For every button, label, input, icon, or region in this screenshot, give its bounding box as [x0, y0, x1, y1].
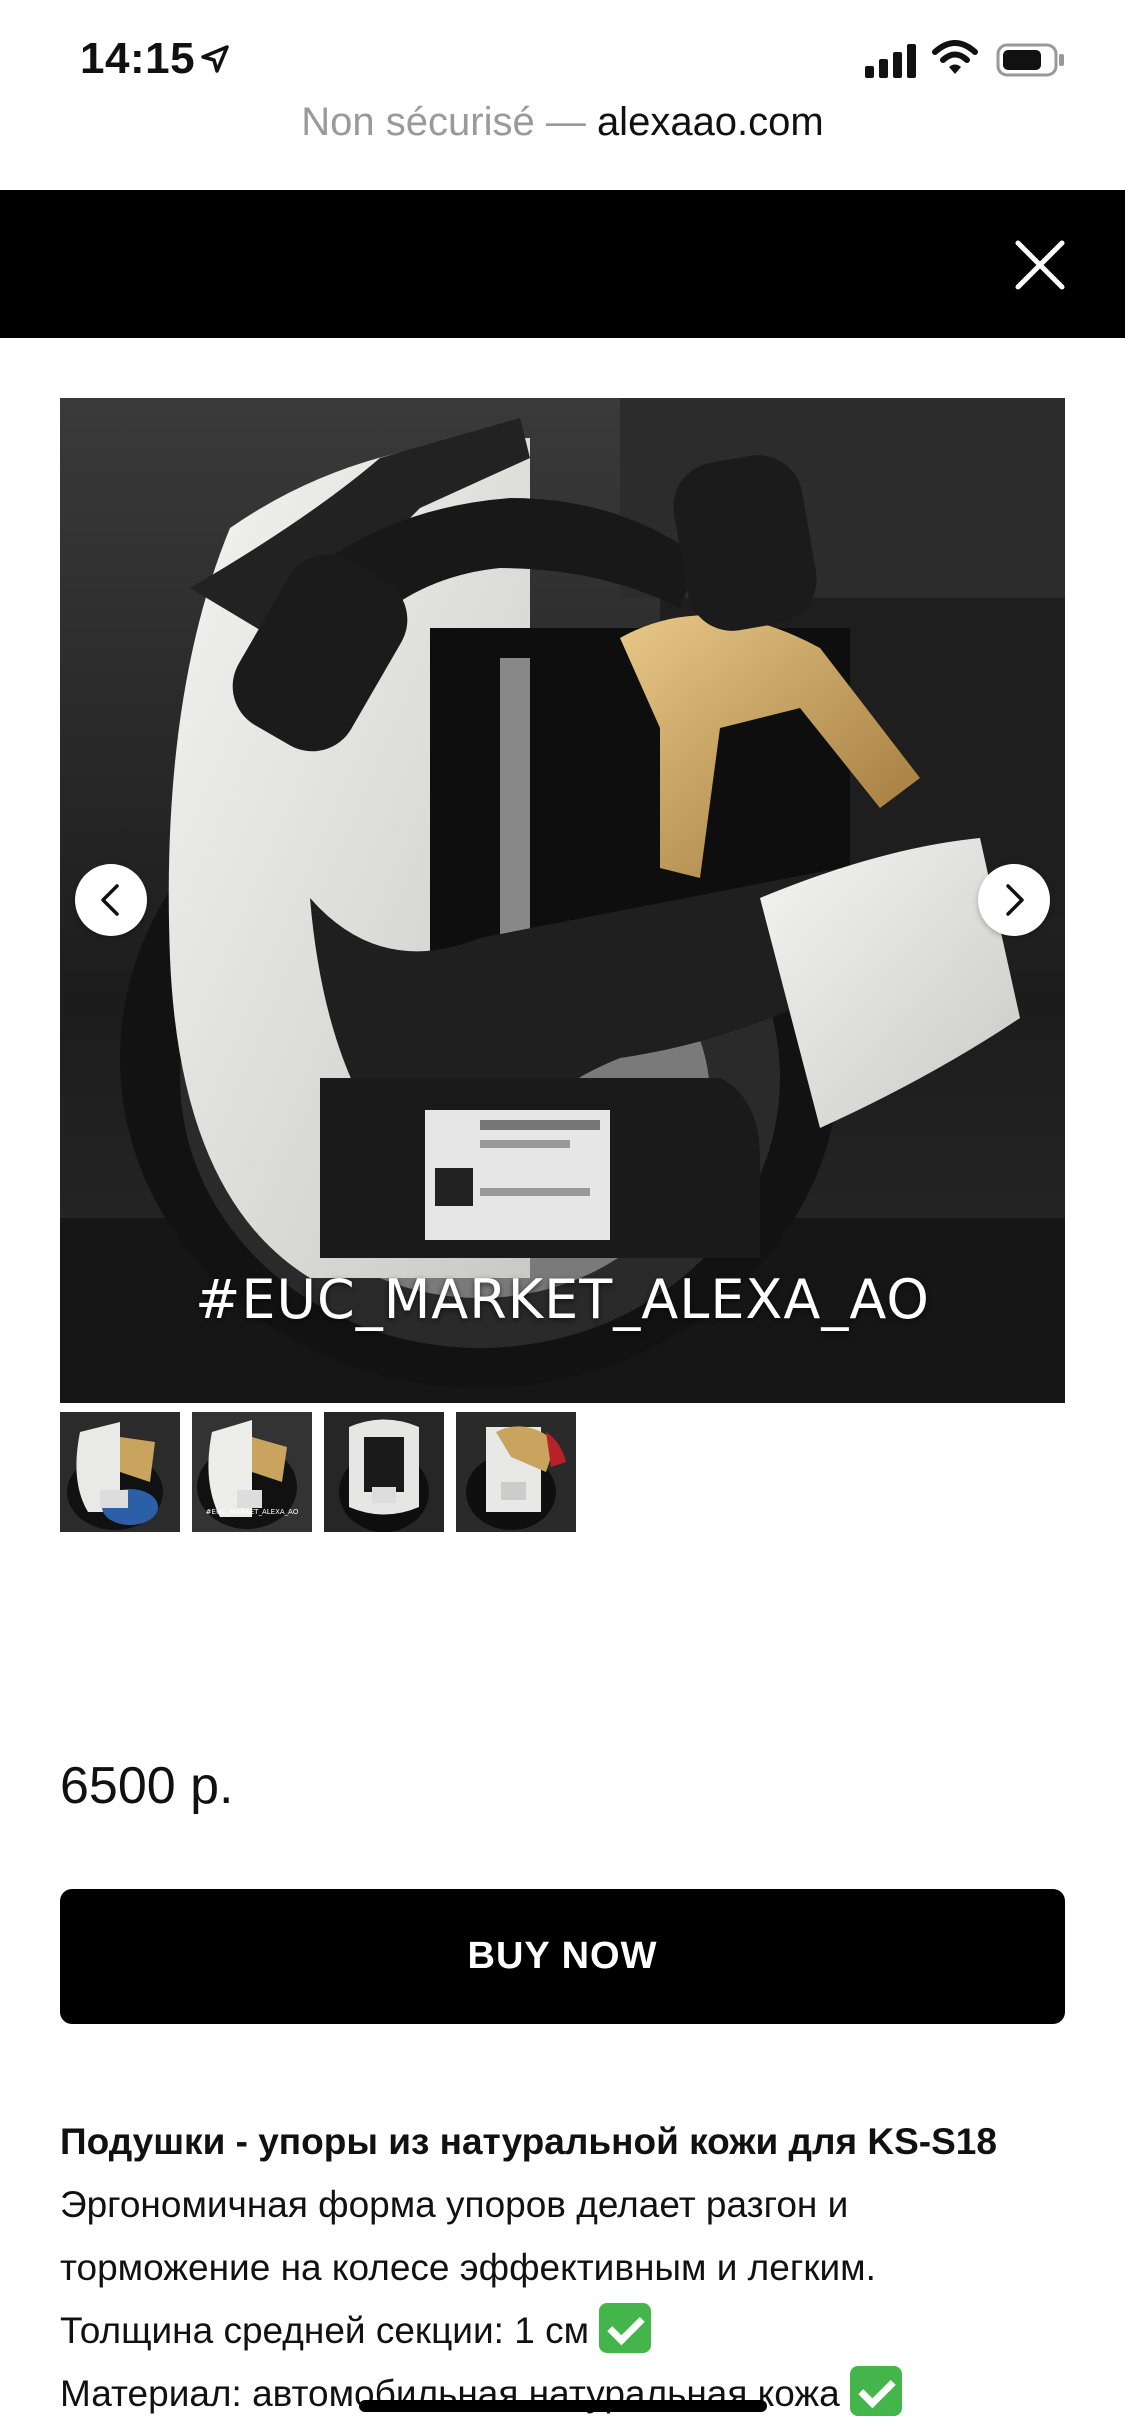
- thumbnail-image: [60, 1412, 180, 1532]
- description-text: Толщина средней секции: 1 см: [60, 2310, 600, 2351]
- description-line: торможение на колесе эффективным и легки…: [60, 2247, 876, 2288]
- status-bar: 14:15 Non sécurisé — alexaao.com: [0, 0, 1125, 144]
- gallery-prev-button[interactable]: [75, 864, 147, 936]
- product-description: Подушки - упоры из натуральной кожи для …: [60, 2110, 1065, 2425]
- thumbnail-1[interactable]: [60, 1412, 180, 1532]
- buy-now-button[interactable]: BUY NOW: [60, 1889, 1065, 2024]
- description-line: Толщина средней секции: 1 см: [60, 2299, 1065, 2362]
- gallery-next-button[interactable]: [978, 864, 1050, 936]
- photo-watermark: #EUC_MARKET_ALEXA_AO: [195, 1268, 930, 1331]
- thumbnail-3[interactable]: [324, 1412, 444, 1532]
- domain-label: alexaao.com: [596, 100, 824, 144]
- product-title: Подушки - упоры из натуральной кожи для …: [60, 2121, 997, 2162]
- thumbnail-4[interactable]: [456, 1412, 576, 1532]
- popup-header: [0, 190, 1125, 338]
- description-line: Эргономичная форма упоров делает разгон …: [60, 2184, 849, 2225]
- security-label: Non sécurisé —: [301, 100, 597, 144]
- description-line: Материал: автомобильная натуральная кожа: [60, 2362, 1065, 2425]
- thumbnail-image: [456, 1412, 576, 1532]
- home-indicator[interactable]: [359, 2400, 767, 2412]
- thumbnail-image: [324, 1412, 444, 1532]
- check-mark-icon: [850, 2366, 903, 2416]
- product-gallery[interactable]: #EUC_MARKET_ALEXA_AO: [60, 398, 1065, 1403]
- product-price: 6500 р.: [60, 1757, 234, 1815]
- check-mark-icon: [599, 2303, 652, 2353]
- url-bar[interactable]: Non sécurisé — alexaao.com: [0, 100, 1125, 145]
- gallery-thumbnails: #EUC_MARKET_ALEXA_AO: [60, 1412, 576, 1532]
- thumbnail-watermark: #EUC_MARKET_ALEXA_AO: [205, 1508, 299, 1516]
- close-icon[interactable]: [1015, 240, 1065, 290]
- location-arrow-icon: [201, 45, 229, 73]
- cellular-signal-icon: [865, 44, 916, 78]
- wifi-icon: [932, 40, 978, 74]
- status-time: 14:15: [80, 34, 196, 83]
- battery-icon: [996, 43, 1064, 77]
- product-photo: [60, 398, 1065, 1403]
- chevron-right-icon: [1006, 884, 1024, 916]
- thumbnail-2[interactable]: #EUC_MARKET_ALEXA_AO: [192, 1412, 312, 1532]
- chevron-left-icon: [101, 884, 119, 916]
